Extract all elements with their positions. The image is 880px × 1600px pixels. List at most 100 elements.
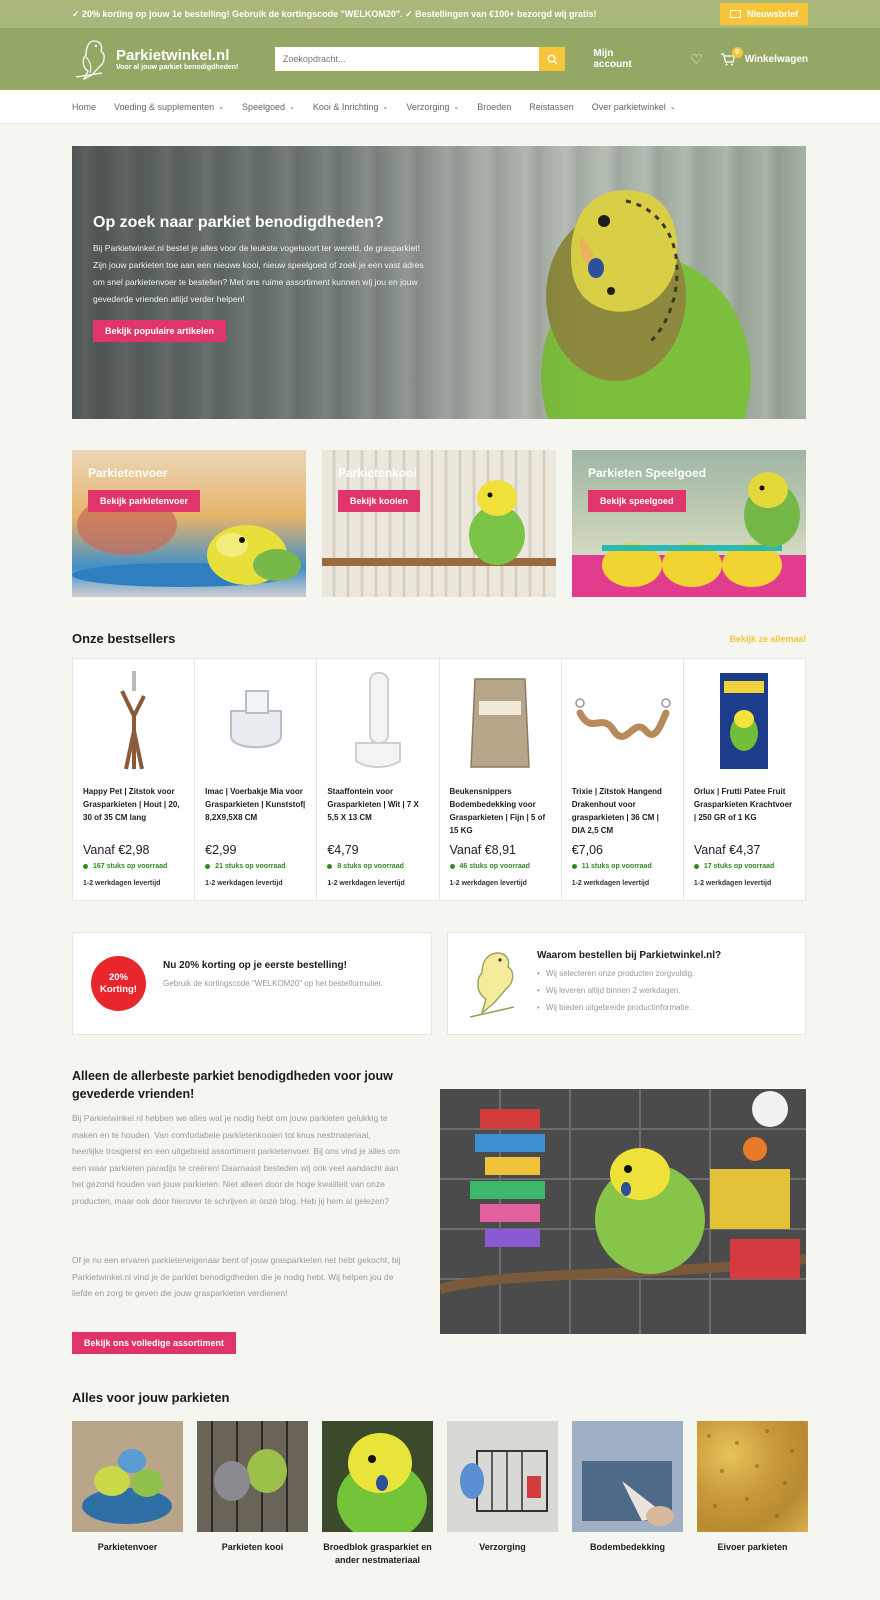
in-stock-icon <box>83 864 88 869</box>
delivery-time: 1-2 werkdagen levertijd <box>205 880 283 887</box>
why-list-item: • Wij selecteren onze producten zorgvuldi… <box>537 969 695 978</box>
category-card[interactable]: Eivoer parkieten <box>697 1421 808 1554</box>
nav-item-voeding[interactable]: Voeding & supplementen ⌄ <box>114 102 224 112</box>
why-list-item: • Wij leveren altijd binnen 2 werkdagen. <box>537 986 681 995</box>
category-label: Parkietenvoer <box>97 1542 158 1552</box>
product-card[interactable]: Orlux | Frutti Patee Fruit Grasparkieten… <box>684 659 805 900</box>
category-card[interactable]: Parkieten kooi <box>197 1421 308 1554</box>
category-label: Eivoer parkieten <box>717 1542 788 1552</box>
nav-item-verzorging[interactable]: Verzorging ⌄ <box>406 102 459 112</box>
stock-text: 8 stuks op voorraad <box>337 863 404 870</box>
product-card[interactable]: Staaffontein voor Grasparkieten | Wit | … <box>317 659 440 900</box>
promo-title: Nu 20% korting op je eerste bestelling! <box>163 960 347 971</box>
category-image <box>322 1421 433 1532</box>
stock-status: 46 stuks op voorraad <box>449 863 551 870</box>
nav-item-reistassen[interactable]: Reistassen <box>529 102 574 112</box>
chevron-down-icon: ⌄ <box>218 103 224 111</box>
nav-item-speelgoed[interactable]: Speelgoed ⌄ <box>242 102 295 112</box>
discount-badge: 20% Korting! <box>91 956 146 1011</box>
product-price: €7,06 <box>571 843 603 857</box>
tile-button[interactable]: Bekijk parkietenvoer <box>88 490 201 512</box>
site-logo[interactable]: Parkietwinkel.nl Voor al jouw parkiet be… <box>72 37 275 81</box>
newsletter-button[interactable]: Nieuwsbrief <box>719 3 808 25</box>
chevron-down-icon: ⌄ <box>669 103 676 111</box>
category-image <box>697 1421 808 1532</box>
search-input[interactable] <box>274 47 540 71</box>
stock-status: 17 stuks op voorraad <box>693 863 795 870</box>
stock-text: 21 stuks op voorraad <box>215 863 286 870</box>
nav-label: Speelgoed <box>241 101 286 112</box>
stock-status: 167 stuks op voorraad <box>83 863 184 870</box>
nav-label: Reistassen <box>529 101 574 112</box>
product-name: Staaffontein voor Grasparkieten | Wit | … <box>327 787 419 822</box>
account-link[interactable]: Mijn account <box>593 48 654 70</box>
tile-title: Parkieten Speelgoed <box>588 466 707 480</box>
category-label: Verzorging <box>479 1542 526 1552</box>
nav-label: Over parkietwinkel <box>591 101 666 112</box>
nav-label: Voeding & supplementen <box>114 101 215 112</box>
nav-item-over[interactable]: Over parkietwinkel ⌄ <box>592 102 676 112</box>
parakeet-with-toys-image <box>440 1089 806 1334</box>
popular-items-button[interactable]: Bekijk populaire artikelen <box>93 320 227 342</box>
product-card[interactable]: Imac | Voerbakje Mia voor Grasparkieten … <box>195 659 318 900</box>
stock-text: 167 stuks op voorraad <box>93 863 168 870</box>
delivery-time: 1-2 werkdagen levertijd <box>693 880 772 887</box>
stock-text: 17 stuks op voorraad <box>703 863 775 870</box>
parakeet-outline-icon <box>469 952 515 1018</box>
category-card[interactable]: Parkietenvoer <box>72 1421 183 1554</box>
in-stock-icon <box>205 864 211 869</box>
cart-label: Winkelwagen <box>744 53 808 65</box>
category-card[interactable]: Broedblok grasparkiet en ander nestmater… <box>322 1421 433 1567</box>
search-icon <box>547 54 558 65</box>
category-label: Bodembedekking <box>589 1542 665 1552</box>
product-card[interactable]: Beukensnippers Bodembedekking voor Grasp… <box>440 659 562 900</box>
product-price: €4,79 <box>327 843 359 857</box>
hero-title: Op zoek naar parkiet benodigdheden? <box>93 214 384 231</box>
logo-tagline: Voor al jouw parkiet benodigdheden! <box>116 63 239 71</box>
nav-item-kooi[interactable]: Kooi & Inrichting ⌄ <box>313 102 388 112</box>
in-stock-icon <box>327 864 333 869</box>
hero-content: Op zoek naar parkiet benodigdheden? Bij … <box>93 214 433 342</box>
tile-parkietenvoer[interactable]: Parkietenvoer Bekijk parkietenvoer <box>72 450 306 597</box>
category-label: Parkieten kooi <box>221 1542 284 1552</box>
chevron-down-icon: ⌄ <box>382 103 389 111</box>
bestsellers-title: Onze bestsellers <box>72 631 176 646</box>
why-order-box: Waarom bestellen bij Parkietwinkel.nl? •… <box>447 932 806 1035</box>
product-name: Orlux | Frutti Patee Fruit Grasparkieten… <box>693 787 793 822</box>
nav-item-broeden[interactable]: Broeden <box>477 102 511 112</box>
see-all-link[interactable]: Bekijk ze allemaal <box>729 634 806 644</box>
cart-count-badge: 0 <box>731 46 743 58</box>
badge-percent: 20% <box>108 971 128 983</box>
stock-status: 21 stuks op voorraad <box>205 863 306 870</box>
chevron-down-icon: ⌄ <box>289 103 295 111</box>
main-nav: Home Voeding & supplementen ⌄ Speelgoed ⌄ … <box>0 90 880 124</box>
tile-button[interactable]: Bekijk kooien <box>338 490 421 512</box>
nav-label: Verzorging <box>406 101 450 112</box>
why-list-item: • Wij bieden uitgebreide productinformati… <box>537 1003 692 1012</box>
tile-title: Parkietenvoer <box>88 466 168 480</box>
full-assortment-button[interactable]: Bekijk ons volledige assortiment <box>72 1332 237 1354</box>
nav-label: Kooi & Inrichting <box>312 101 379 112</box>
about-title: Alleen de allerbeste parkiet benodigdhed… <box>72 1069 393 1101</box>
product-price: €2,99 <box>205 843 237 857</box>
delivery-time: 1-2 werkdagen levertijd <box>571 880 650 887</box>
wishlist-heart-icon[interactable]: ♡ <box>690 51 703 68</box>
category-card[interactable]: Bodembedekking <box>572 1421 683 1554</box>
product-image <box>694 669 795 773</box>
category-image <box>572 1421 683 1532</box>
about-paragraph-1: Bij Parkietwinkel.nl hebben we alles wat… <box>72 1113 400 1206</box>
nav-item-home[interactable]: Home <box>72 102 96 112</box>
stock-status: 11 stuks op voorraad <box>571 863 673 870</box>
category-card[interactable]: Verzorging <box>447 1421 558 1554</box>
cart-link[interactable]: 0 Winkelwagen <box>720 46 808 66</box>
search-button[interactable] <box>539 47 566 71</box>
tile-button[interactable]: Bekijk speelgoed <box>588 490 686 512</box>
product-card[interactable]: Trixie | Zitstok Hangend Drakenhout voor… <box>562 659 684 900</box>
product-name: Imac | Voerbakje Mia voor Grasparkieten … <box>205 787 306 822</box>
tile-speelgoed[interactable]: Parkieten Speelgoed Bekijk speelgoed <box>572 450 806 597</box>
category-image <box>447 1421 558 1532</box>
promo-text: Gebruik de kortingscode "WELKOM20" op he… <box>163 979 384 988</box>
tile-parkietenkooi[interactable]: Parkietenkooi Bekijk kooien <box>322 450 556 597</box>
announcement-bar: ✓ 20% korting op jouw 1e bestelling! Geb… <box>0 0 880 28</box>
product-card[interactable]: Happy Pet | Zitstok voor Grasparkieten |… <box>73 659 196 900</box>
